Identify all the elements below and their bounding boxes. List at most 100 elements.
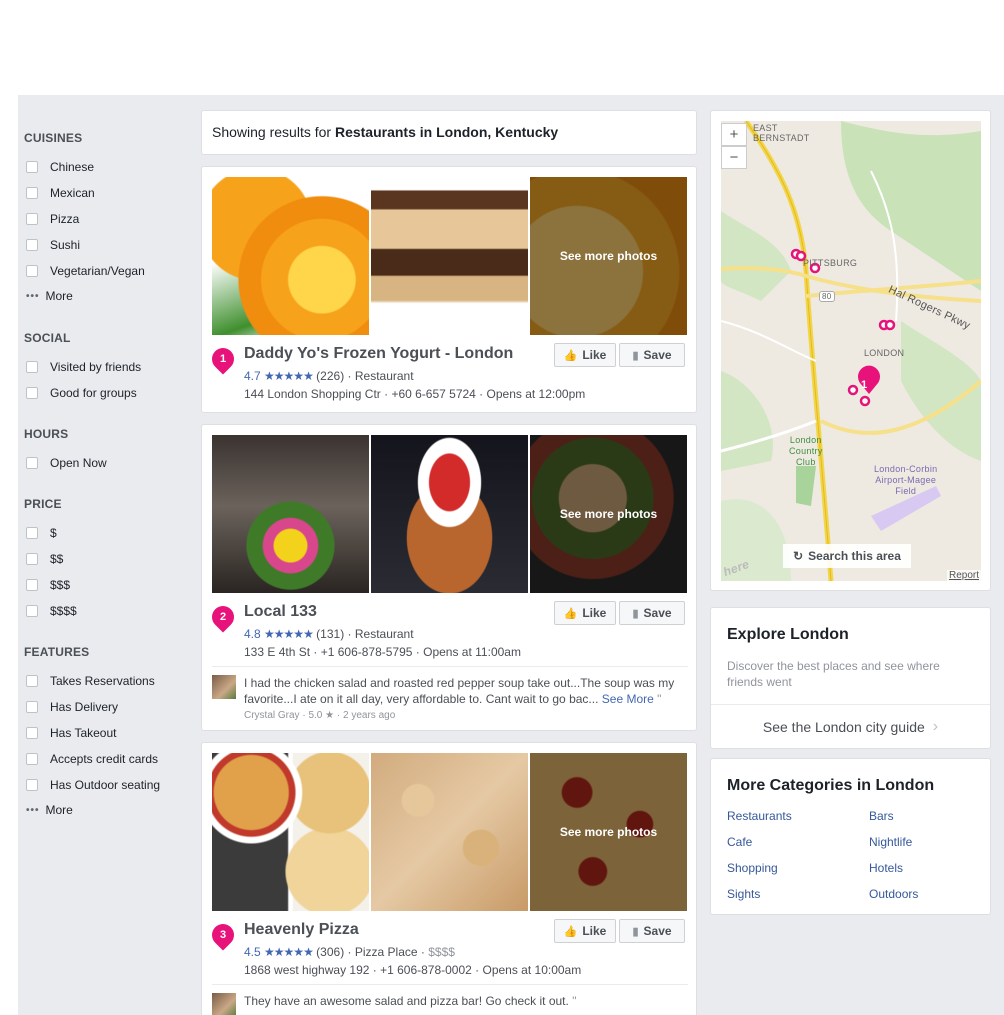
features-more-link[interactable]: ••• More <box>26 803 73 817</box>
restaurant-name[interactable]: Heavenly Pizza <box>244 921 359 939</box>
see-more-photos[interactable]: See more photos <box>530 435 687 593</box>
photo-strip[interactable]: See more photos <box>212 753 688 911</box>
checkbox[interactable] <box>26 387 38 399</box>
save-button[interactable]: ▮ Save <box>619 343 685 367</box>
photo-pizza-collage[interactable] <box>212 753 369 911</box>
category-link[interactable]: Outdoors <box>869 887 918 901</box>
filter-price-4[interactable]: $$$$ <box>26 602 77 620</box>
checkbox[interactable] <box>26 605 38 617</box>
checkbox[interactable] <box>26 457 38 469</box>
map-canvas[interactable]: 1 EAST BERNSTADT PITTSBURG LONDON Hal Ro… <box>721 121 981 581</box>
checkbox[interactable] <box>26 779 38 791</box>
map-label: London-Corbin Airport-Magee Field <box>874 464 938 496</box>
address-line: 133 E 4th St · +1 606-878-5795 · Opens a… <box>244 645 521 659</box>
avatar[interactable] <box>212 675 236 699</box>
checkbox[interactable] <box>26 187 38 199</box>
category-link[interactable]: Shopping <box>727 861 778 875</box>
checkbox[interactable] <box>26 727 38 739</box>
map-pin-icon: 3 <box>207 919 239 951</box>
filter-takes-reservations[interactable]: Takes Reservations <box>26 672 155 690</box>
ellipsis-icon: ••• <box>26 290 40 302</box>
checkbox[interactable] <box>26 239 38 251</box>
categories-card: More Categories in London Restaurants Ca… <box>710 758 991 915</box>
zoom-out-button[interactable]: − <box>721 146 747 169</box>
stars-icon: ★★★★★ <box>264 627 314 641</box>
bookmark-icon: ▮ <box>632 607 639 620</box>
checkbox[interactable] <box>26 675 38 687</box>
checkbox[interactable] <box>26 213 38 225</box>
photo-ice-cream-sandwich[interactable] <box>371 177 528 335</box>
restaurant-name[interactable]: Daddy Yo's Frozen Yogurt - London <box>244 345 513 363</box>
route-shield: 80 <box>819 291 835 302</box>
filter-outdoor-seating[interactable]: Has Outdoor seating <box>26 776 160 794</box>
cuisines-more-link[interactable]: ••• More <box>26 289 73 303</box>
filter-pizza[interactable]: Pizza <box>26 210 79 228</box>
rating-line: 4.8 ★★★★★ (131) · Restaurant <box>244 627 414 641</box>
see-more-photos[interactable]: See more photos <box>530 753 687 911</box>
divider <box>212 666 688 667</box>
bookmark-icon: ▮ <box>632 925 639 938</box>
photo-orange-slice[interactable]: See more photos <box>530 177 687 335</box>
filter-has-delivery[interactable]: Has Delivery <box>26 698 118 716</box>
filter-mexican[interactable]: Mexican <box>26 184 95 202</box>
checkbox[interactable] <box>26 265 38 277</box>
explore-description: Discover the best places and see where f… <box>727 659 940 689</box>
filter-price-1[interactable]: $ <box>26 524 57 542</box>
like-button[interactable]: 👍 Like <box>554 601 616 625</box>
filter-vegetarian[interactable]: Vegetarian/Vegan <box>26 262 145 280</box>
filter-price-3[interactable]: $$$ <box>26 576 70 594</box>
map-label: LONDON <box>864 348 905 358</box>
category-link[interactable]: Sights <box>727 887 760 901</box>
photo-chicken-salad[interactable]: See more photos <box>530 435 687 593</box>
zoom-in-button[interactable]: + <box>721 123 747 146</box>
thumbs-up-icon: 👍 <box>563 607 578 620</box>
checkbox[interactable] <box>26 527 38 539</box>
search-this-area-button[interactable]: ↻ Search this area <box>783 544 911 568</box>
like-button[interactable]: 👍 Like <box>554 343 616 367</box>
map-pin-icon: 1 <box>207 343 239 375</box>
category-link[interactable]: Hotels <box>869 861 903 875</box>
checkbox[interactable] <box>26 579 38 591</box>
photo-orange[interactable] <box>212 177 369 335</box>
save-button[interactable]: ▮ Save <box>619 601 685 625</box>
results-header: Showing results for Restaurants in Londo… <box>201 110 697 155</box>
restaurant-name[interactable]: Local 133 <box>244 603 317 621</box>
hours-heading: HOURS <box>24 427 69 441</box>
save-button[interactable]: ▮ Save <box>619 919 685 943</box>
category-link[interactable]: Cafe <box>727 835 752 849</box>
photo-strawberry-cake[interactable] <box>371 435 528 593</box>
photo-cheese-pizza[interactable] <box>371 753 528 911</box>
filter-good-for-groups[interactable]: Good for groups <box>26 384 137 402</box>
photo-strip[interactable]: See more photos <box>212 435 688 593</box>
checkbox[interactable] <box>26 753 38 765</box>
filter-visited-by-friends[interactable]: Visited by friends <box>26 358 141 376</box>
see-more-photos[interactable]: See more photos <box>530 177 687 335</box>
checkbox[interactable] <box>26 553 38 565</box>
address-line: 1868 west highway 192 · +1 606-878-0002 … <box>244 963 582 977</box>
filter-chinese[interactable]: Chinese <box>26 158 94 176</box>
checkbox[interactable] <box>26 161 38 173</box>
category-link[interactable]: Restaurants <box>727 809 792 823</box>
avatar[interactable] <box>212 993 236 1015</box>
review-snippet: I had the chicken salad and roasted red … <box>212 675 688 721</box>
report-link[interactable]: Report <box>946 570 981 581</box>
address-line: 144 London Shopping Ctr · +60 6-657 5724… <box>244 387 586 401</box>
checkbox[interactable] <box>26 701 38 713</box>
category-link[interactable]: Nightlife <box>869 835 912 849</box>
checkbox[interactable] <box>26 361 38 373</box>
photo-strip[interactable]: See more photos <box>212 177 688 335</box>
filter-sushi[interactable]: Sushi <box>26 236 80 254</box>
filter-open-now[interactable]: Open Now <box>26 454 107 472</box>
map-graphic <box>721 121 981 581</box>
category-link[interactable]: Bars <box>869 809 894 823</box>
filter-has-takeout[interactable]: Has Takeout <box>26 724 117 742</box>
app-root: CUISINES Chinese Mexican Pizza Sushi Veg… <box>18 95 1004 1015</box>
photo-kitchen-flowers[interactable] <box>212 435 369 593</box>
filter-accepts-credit-cards[interactable]: Accepts credit cards <box>26 750 158 768</box>
filter-price-2[interactable]: $$ <box>26 550 63 568</box>
photo-pepperoni-pizza[interactable]: See more photos <box>530 753 687 911</box>
like-button[interactable]: 👍 Like <box>554 919 616 943</box>
city-guide-link[interactable]: See the London city guide › <box>711 704 990 749</box>
chevron-right-icon: › <box>932 717 939 735</box>
see-more-link[interactable]: See More <box>602 692 654 706</box>
